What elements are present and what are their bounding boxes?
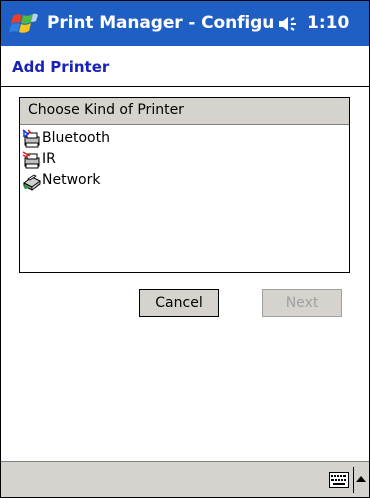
- list-header: Choose Kind of Printer: [20, 98, 349, 125]
- list-item-network[interactable]: Network: [22, 171, 342, 191]
- list-item-ir[interactable]: IR: [22, 150, 342, 170]
- sip-divider: [353, 467, 354, 493]
- list-header-label: Choose Kind of Printer: [28, 102, 184, 118]
- list-item-label: Network: [42, 172, 101, 188]
- window-title[interactable]: Print Manager - Configu: [47, 13, 275, 33]
- clock[interactable]: 1:10: [307, 13, 349, 33]
- printer-kind-list[interactable]: Choose Kind of Printer Bluetooth IR Netw…: [19, 97, 350, 273]
- list-item-bluetooth[interactable]: Bluetooth: [22, 129, 342, 149]
- ir-printer-icon: [22, 151, 40, 169]
- bluetooth-printer-icon: [22, 129, 40, 148]
- screen: Print Manager - Configu 1:10 Add Printer…: [0, 0, 370, 498]
- list-item-label: Bluetooth: [42, 130, 110, 146]
- header-divider: [1, 86, 369, 87]
- speaker-icon[interactable]: [277, 14, 299, 34]
- windows-flag-icon[interactable]: [9, 10, 39, 38]
- cancel-button[interactable]: Cancel: [139, 289, 219, 317]
- page-title: Add Printer: [12, 58, 110, 76]
- next-button[interactable]: Next: [262, 289, 342, 317]
- list-item-label: IR: [42, 151, 56, 167]
- menu-bar: [1, 461, 369, 497]
- taskbar: Print Manager - Configu 1:10: [1, 1, 369, 46]
- network-printer-icon: [23, 174, 41, 191]
- keyboard-icon[interactable]: [329, 472, 349, 488]
- up-arrow-icon[interactable]: [356, 475, 366, 483]
